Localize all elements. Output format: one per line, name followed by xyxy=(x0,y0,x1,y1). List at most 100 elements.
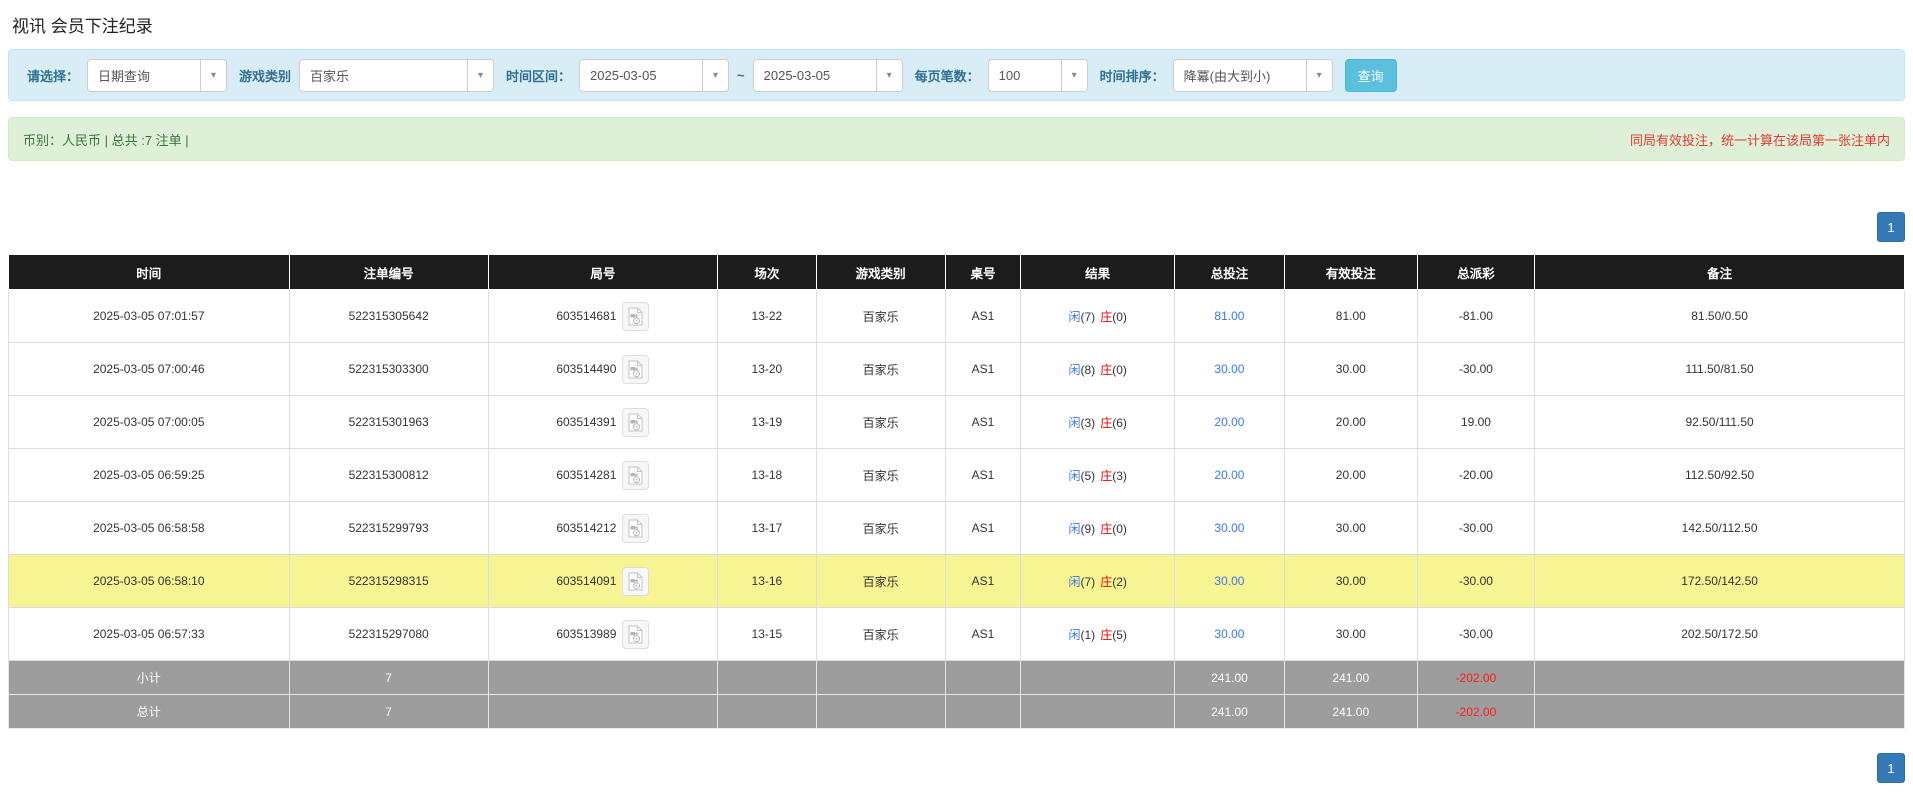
header-time: 时间 xyxy=(9,255,290,290)
bet-records-table: 时间 注单编号 局号 场次 游戏类别 桌号 结果 总投注 有效投注 总派彩 备注… xyxy=(8,254,1905,729)
total-bet-link[interactable]: 81.00 xyxy=(1214,309,1244,323)
search-button[interactable]: 查询 xyxy=(1345,59,1397,92)
remark-cell: 202.50/172.50 xyxy=(1535,608,1905,661)
total-bet-link[interactable]: 30.00 xyxy=(1214,627,1244,641)
page-size-value: 100 xyxy=(989,60,1061,91)
round-id-value: 603514391 xyxy=(556,415,616,429)
result-player-count: (8) xyxy=(1081,363,1096,377)
total-bet-link[interactable]: 20.00 xyxy=(1214,468,1244,482)
result-banker-label: 庄 xyxy=(1100,363,1112,377)
round-id-value: 603514212 xyxy=(556,521,616,535)
valid-bet-cell: 81.00 xyxy=(1284,290,1417,343)
total-total-bet: 241.00 xyxy=(1174,695,1284,729)
total-bet-link[interactable]: 20.00 xyxy=(1214,415,1244,429)
time-cell: 2025-03-05 06:59:25 xyxy=(9,449,290,502)
result-cell: 闲(5)庄(3) xyxy=(1021,449,1175,502)
table-row: 2025-03-05 07:01:57 522315305642 6035146… xyxy=(9,290,1905,343)
session-cell: 13-16 xyxy=(718,555,817,608)
date-to-picker[interactable]: 2025-03-05 ▾ xyxy=(753,59,903,92)
pagination-bottom: 1 xyxy=(8,753,1905,783)
video-icon xyxy=(628,413,643,432)
video-icon xyxy=(628,625,643,644)
valid-bet-cell: 30.00 xyxy=(1284,608,1417,661)
payout-cell: -30.00 xyxy=(1417,343,1535,396)
total-bet-cell: 30.00 xyxy=(1174,343,1284,396)
date-from-picker[interactable]: 2025-03-05 ▾ xyxy=(579,59,729,92)
result-player-label: 闲 xyxy=(1069,469,1081,483)
table-no-cell: AS1 xyxy=(945,449,1021,502)
sort-order-value: 降冪(由大到小) xyxy=(1174,60,1306,91)
sort-order-dropdown[interactable]: 降冪(由大到小) ▾ xyxy=(1173,59,1333,92)
total-bet-link[interactable]: 30.00 xyxy=(1214,574,1244,588)
result-banker-label: 庄 xyxy=(1100,522,1112,536)
remark-cell: 81.50/0.50 xyxy=(1535,290,1905,343)
result-player-count: (7) xyxy=(1081,310,1096,324)
total-count: 7 xyxy=(289,695,488,729)
video-replay-button[interactable] xyxy=(622,514,649,543)
game-type-cell: 百家乐 xyxy=(816,449,945,502)
video-replay-button[interactable] xyxy=(622,620,649,649)
video-replay-button[interactable] xyxy=(622,408,649,437)
game-type-cell: 百家乐 xyxy=(816,608,945,661)
bet-id-cell: 522315299793 xyxy=(289,502,488,555)
total-bet-cell: 20.00 xyxy=(1174,449,1284,502)
round-id-cell: 603514212 xyxy=(488,502,717,555)
result-cell: 闲(7)庄(2) xyxy=(1021,555,1175,608)
game-type-cell: 百家乐 xyxy=(816,555,945,608)
bet-id-cell: 522315303300 xyxy=(289,343,488,396)
result-banker-label: 庄 xyxy=(1100,310,1112,324)
total-bet-link[interactable]: 30.00 xyxy=(1214,362,1244,376)
video-replay-button[interactable] xyxy=(622,302,649,331)
video-replay-button[interactable] xyxy=(622,461,649,490)
chevron-down-icon[interactable]: ▾ xyxy=(702,60,728,91)
valid-bet-cell: 30.00 xyxy=(1284,343,1417,396)
select-mode-label: 请选择： xyxy=(27,66,79,85)
page-1-button[interactable]: 1 xyxy=(1877,212,1905,242)
round-id-cell: 603514490 xyxy=(488,343,717,396)
header-valid-bet: 有效投注 xyxy=(1284,255,1417,290)
valid-bet-note: 同局有效投注，统一计算在该局第一张注单内 xyxy=(1630,130,1890,149)
round-id-cell: 603514681 xyxy=(488,290,717,343)
page-size-dropdown[interactable]: 100 ▾ xyxy=(988,59,1088,92)
round-id-value: 603514490 xyxy=(556,362,616,376)
select-mode-dropdown[interactable]: 日期查询 ▾ xyxy=(87,59,227,92)
result-banker-label: 庄 xyxy=(1100,575,1112,589)
result-player-label: 闲 xyxy=(1069,363,1081,377)
payout-cell: -81.00 xyxy=(1417,290,1535,343)
chevron-down-icon[interactable]: ▾ xyxy=(1061,60,1087,91)
total-bet-cell: 30.00 xyxy=(1174,608,1284,661)
remark-cell: 142.50/112.50 xyxy=(1535,502,1905,555)
page-1-button[interactable]: 1 xyxy=(1877,753,1905,783)
result-player-label: 闲 xyxy=(1069,310,1081,324)
video-replay-button[interactable] xyxy=(622,567,649,596)
round-id-value: 603513989 xyxy=(556,627,616,641)
bet-id-cell: 522315301963 xyxy=(289,396,488,449)
chevron-down-icon[interactable]: ▾ xyxy=(1306,60,1332,91)
total-valid-bet: 241.00 xyxy=(1284,695,1417,729)
valid-bet-cell: 20.00 xyxy=(1284,449,1417,502)
table-row: 2025-03-05 06:57:33 522315297080 6035139… xyxy=(9,608,1905,661)
table-no-cell: AS1 xyxy=(945,396,1021,449)
summary-bar: 币别：人民币 | 总共 :7 注单 | 同局有效投注，统一计算在该局第一张注单内 xyxy=(8,117,1905,161)
total-label: 总计 xyxy=(9,695,290,729)
result-cell: 闲(8)庄(0) xyxy=(1021,343,1175,396)
chevron-down-icon[interactable]: ▾ xyxy=(200,60,226,91)
valid-bet-cell: 20.00 xyxy=(1284,396,1417,449)
round-id-value: 603514281 xyxy=(556,468,616,482)
result-player-count: (1) xyxy=(1081,628,1096,642)
subtotal-count: 7 xyxy=(289,661,488,695)
bet-id-cell: 522315297080 xyxy=(289,608,488,661)
chevron-down-icon[interactable]: ▾ xyxy=(467,60,493,91)
game-type-label: 游戏类别 xyxy=(239,66,291,85)
page-title: 视讯 会员下注纪录 xyxy=(12,12,1905,37)
header-round-id: 局号 xyxy=(488,255,717,290)
game-type-dropdown[interactable]: 百家乐 ▾ xyxy=(299,59,494,92)
chevron-down-icon[interactable]: ▾ xyxy=(876,60,902,91)
total-bet-link[interactable]: 30.00 xyxy=(1214,521,1244,535)
total-bet-cell: 30.00 xyxy=(1174,555,1284,608)
bet-id-cell: 522315305642 xyxy=(289,290,488,343)
time-cell: 2025-03-05 07:01:57 xyxy=(9,290,290,343)
video-replay-button[interactable] xyxy=(622,355,649,384)
time-range-label: 时间区间： xyxy=(506,66,571,85)
subtotal-payout: -202.00 xyxy=(1417,661,1535,695)
